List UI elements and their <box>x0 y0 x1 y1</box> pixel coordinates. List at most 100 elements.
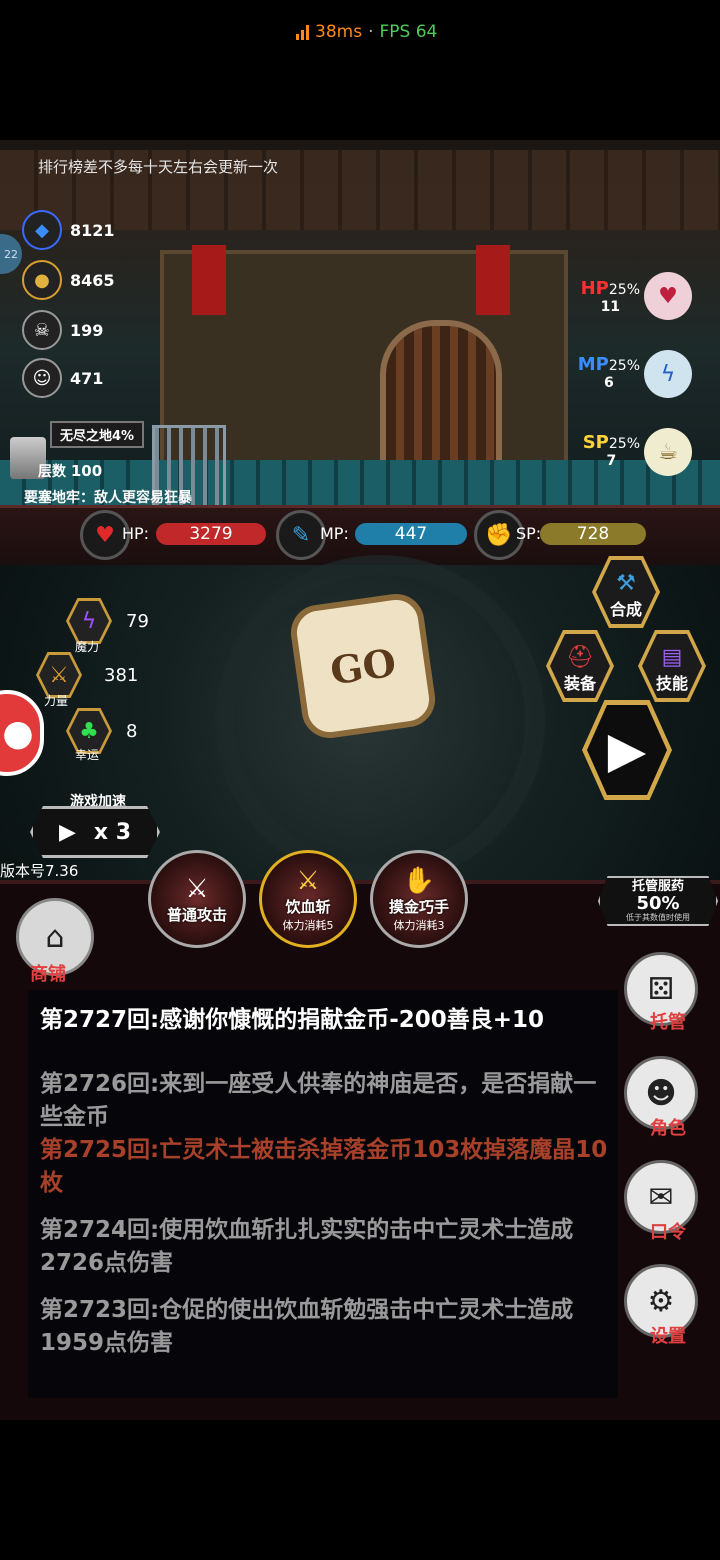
bottom-blank <box>0 1420 720 1560</box>
character-label: 角色 <box>650 1118 686 1139</box>
potion-count: 7 <box>606 453 617 469</box>
ranking-notice: 排行榜差不多每十天左右会更新一次 <box>38 158 279 176</box>
potion-count: 6 <box>604 375 614 391</box>
battle-log[interactable]: 第2727回:感谢你慷慨的捐献金币-200善良+10 第2726回:来到一座受人… <box>28 990 618 1398</box>
sp-label: SP: <box>516 524 542 543</box>
skill-name: 普通攻击 <box>166 905 227 924</box>
go-dice-button[interactable]: GO <box>294 597 432 735</box>
equip-label: 装备 <box>563 674 596 693</box>
book-icon: ▤ <box>661 645 683 670</box>
floor-label: 层数 <box>38 464 66 480</box>
hand-icon: ✋ <box>402 865 436 896</box>
play-small-icon: ▶ <box>58 819 76 845</box>
craft-label: 合成 <box>609 600 642 619</box>
skill-label: 技能 <box>655 674 688 693</box>
resource-gems: ◆ 8121 <box>22 210 115 250</box>
hp-potion-icon[interactable]: ♥ <box>644 272 692 320</box>
helmet-icon: ⛑ <box>566 645 594 670</box>
attr-value: 79 <box>126 610 149 632</box>
version-text: 版本号7.36 <box>0 862 79 880</box>
attr-value: 381 <box>104 664 139 686</box>
skill-gold-touch[interactable]: ✋ 摸金巧手 体力消耗3 <box>370 850 468 948</box>
speed-value: x 3 <box>93 819 132 845</box>
potion-count: 11 <box>600 299 621 315</box>
potion-pct: 25% <box>608 282 640 298</box>
resource-value: 8465 <box>70 270 115 290</box>
blade-icon: ⚔ <box>296 865 320 896</box>
mask-icon: ☺ <box>22 358 62 398</box>
skull-icon: ☠ <box>22 310 62 350</box>
hp-label: HP: <box>122 524 150 543</box>
mp-bar: 447 <box>355 523 467 545</box>
skill-name: 摸金巧手 <box>388 897 449 916</box>
auto-potion-setting[interactable]: 托管服药 50% 低于其数值时使用 <box>598 876 718 926</box>
castle-door <box>380 320 502 472</box>
log-entry: 第2726回:来到一座受人供奉的神庙是否，是否捐献一些金币 <box>40 1071 597 1130</box>
skill-cost: 体力消耗3 <box>393 918 445 932</box>
shop-icon: ⌂ <box>45 919 65 955</box>
resource-kills: ☠ 199 <box>22 310 103 350</box>
skill-cost: 体力消耗5 <box>282 918 334 932</box>
dungeon-modifier: 要塞地牢：敌人更容易狂暴 <box>24 490 192 506</box>
potion-pct: 25% <box>608 436 640 452</box>
play-icon: ▶ <box>587 705 667 795</box>
potion-type: SP <box>582 432 609 453</box>
auto-potion-note: 低于其数值时使用 <box>626 912 690 922</box>
mana-icon: ✎ <box>276 510 326 560</box>
separator: · <box>368 22 374 42</box>
gear-icon: ⚙ <box>647 1283 675 1319</box>
coin-icon: ● <box>22 260 62 300</box>
attr-name: 幸运 <box>75 748 100 762</box>
sword-icon: ⚔ <box>185 873 209 904</box>
auto-label: 托管 <box>650 1012 686 1033</box>
resource-karma: ☺ 471 <box>22 358 103 398</box>
perf-indicator: 38ms · FPS 64 <box>296 22 437 42</box>
craft-icon: ⚒ <box>616 571 636 596</box>
settings-label: 设置 <box>650 1326 686 1347</box>
signal-icon <box>296 24 309 40</box>
code-label: 口令 <box>650 1222 686 1243</box>
status-bar <box>0 0 720 140</box>
speed-toggle-button[interactable]: ▶ x 3 <box>30 806 160 858</box>
floor-counter: 层数 100 <box>38 461 102 481</box>
hp-bar: 3279 <box>156 523 266 545</box>
auto-potion-pct: 50% <box>636 892 680 914</box>
scroll-icon: ✉ <box>648 1179 674 1215</box>
attr-value: 8 <box>126 720 138 742</box>
hood-icon: ☻ <box>645 1075 677 1111</box>
skill-normal-attack[interactable]: ⚔ 普通攻击 <box>148 850 246 948</box>
hp-potion-info: HP25% 11 <box>581 278 640 315</box>
strength-icon: ⚔ <box>39 655 79 695</box>
red-banner <box>192 245 226 315</box>
resource-value: 8121 <box>70 220 115 240</box>
mp-potion-info: MP25% 6 <box>578 354 640 391</box>
log-entry: 第2727回:感谢你慷慨的捐献金币-200善良+10 <box>40 1007 545 1033</box>
red-banner <box>476 245 510 315</box>
resource-value: 471 <box>70 368 104 388</box>
gem-icon: ◆ <box>22 210 62 250</box>
potion-pct: 25% <box>608 358 640 374</box>
shop-label: 商铺 <box>30 964 66 985</box>
sp-potion-info: SP25% 7 <box>583 432 640 469</box>
log-entry: 第2723回:仓促的使出饮血斩勉强击中亡灵术士造成1959点伤害 <box>40 1297 574 1356</box>
dice-icon: ⚄ <box>647 971 675 1007</box>
log-entry: 第2725回:亡灵术士被击杀掉落金币103枚掉落魔晶10枚 <box>40 1137 608 1196</box>
mp-potion-icon[interactable]: ϟ <box>644 350 692 398</box>
magic-icon: ϟ <box>69 601 109 641</box>
user-icon: ● <box>2 712 34 754</box>
skill-name: 饮血斩 <box>285 897 331 916</box>
sp-bar: 728 <box>540 523 646 545</box>
skill-blood-slash[interactable]: ⚔ 饮血斩 体力消耗5 <box>259 850 357 948</box>
resource-coins: ● 8465 <box>22 260 115 300</box>
resource-value: 199 <box>70 320 104 340</box>
potion-type: HP <box>580 278 609 299</box>
ping-text: 38ms <box>315 22 363 42</box>
auto-potion-title: 托管服药 <box>631 878 684 894</box>
mp-label: MP: <box>320 524 349 543</box>
log-entry: 第2724回:使用饮血斩扎扎实实的击中亡灵术士造成2726点伤害 <box>40 1217 574 1276</box>
clover-icon: ♣ <box>69 711 109 751</box>
potion-type: MP <box>577 354 609 375</box>
sp-potion-icon[interactable]: ☕ <box>644 428 692 476</box>
floor-value: 100 <box>70 462 103 480</box>
attr-name: 力量 <box>44 694 69 708</box>
